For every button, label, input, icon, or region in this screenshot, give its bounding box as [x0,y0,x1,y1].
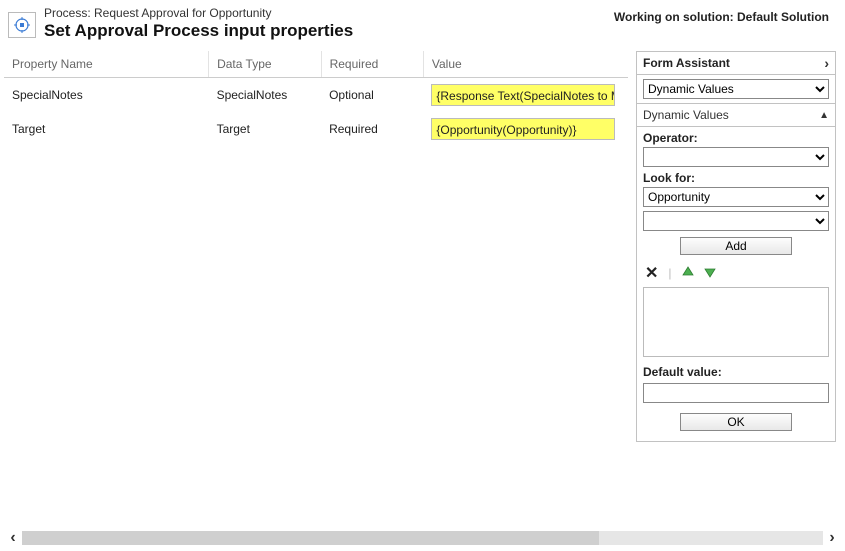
operator-label: Operator: [643,131,829,145]
value-token[interactable]: {Opportunity(Opportunity)} [432,119,614,139]
move-up-icon[interactable] [682,266,694,281]
solution-label: Working on solution: Default Solution [614,6,837,24]
col-header-name[interactable]: Property Name [4,51,209,78]
table-row[interactable]: SpecialNotes SpecialNotes Optional {Resp… [4,78,628,113]
ok-button[interactable]: OK [680,413,792,431]
properties-table: Property Name Data Type Required Value S… [0,51,636,442]
prop-type: Target [209,112,322,146]
lookfor-entity-select[interactable]: Opportunity [643,187,829,207]
lookfor-field-select[interactable] [643,211,829,231]
scroll-track[interactable] [22,531,823,545]
add-button[interactable]: Add [680,237,792,255]
separator: | [668,266,671,280]
col-header-required[interactable]: Required [321,51,423,78]
page-title: Set Approval Process input properties [44,21,614,41]
horizontal-scrollbar[interactable]: ‹ › [4,529,841,547]
form-assistant-panel: Form Assistant › Dynamic Values Dynamic … [636,51,836,442]
prop-name: Target [4,112,209,146]
form-assistant-title: Form Assistant [643,56,730,70]
col-header-value[interactable]: Value [423,51,628,78]
scroll-thumb[interactable] [22,531,599,545]
prop-type: SpecialNotes [209,78,322,113]
collapse-icon[interactable]: ▲ [819,110,829,121]
value-token[interactable]: {Response Text(SpecialNotes to Manage [432,85,614,105]
prop-required: Optional [321,78,423,113]
value-input[interactable]: {Response Text(SpecialNotes to Manage [431,84,615,106]
operator-select[interactable] [643,147,829,167]
selected-values-box[interactable] [643,287,829,357]
move-down-icon[interactable] [704,266,716,281]
prop-name: SpecialNotes [4,78,209,113]
value-input[interactable]: {Opportunity(Opportunity)} [431,118,615,140]
dynamic-values-section-title: Dynamic Values [643,108,729,122]
remove-icon[interactable]: ✕ [645,263,658,283]
lookfor-label: Look for: [643,171,829,185]
process-icon [8,12,36,38]
scroll-left-icon[interactable]: ‹ [4,529,22,547]
assistant-mode-select[interactable]: Dynamic Values [643,79,829,99]
col-header-type[interactable]: Data Type [209,51,322,78]
prop-required: Required [321,112,423,146]
default-value-input[interactable] [643,383,829,403]
chevron-right-icon[interactable]: › [824,56,829,70]
table-row[interactable]: Target Target Required {Opportunity(Oppo… [4,112,628,146]
default-value-label: Default value: [637,361,835,379]
scroll-right-icon[interactable]: › [823,529,841,547]
process-line: Process: Request Approval for Opportunit… [44,6,614,20]
